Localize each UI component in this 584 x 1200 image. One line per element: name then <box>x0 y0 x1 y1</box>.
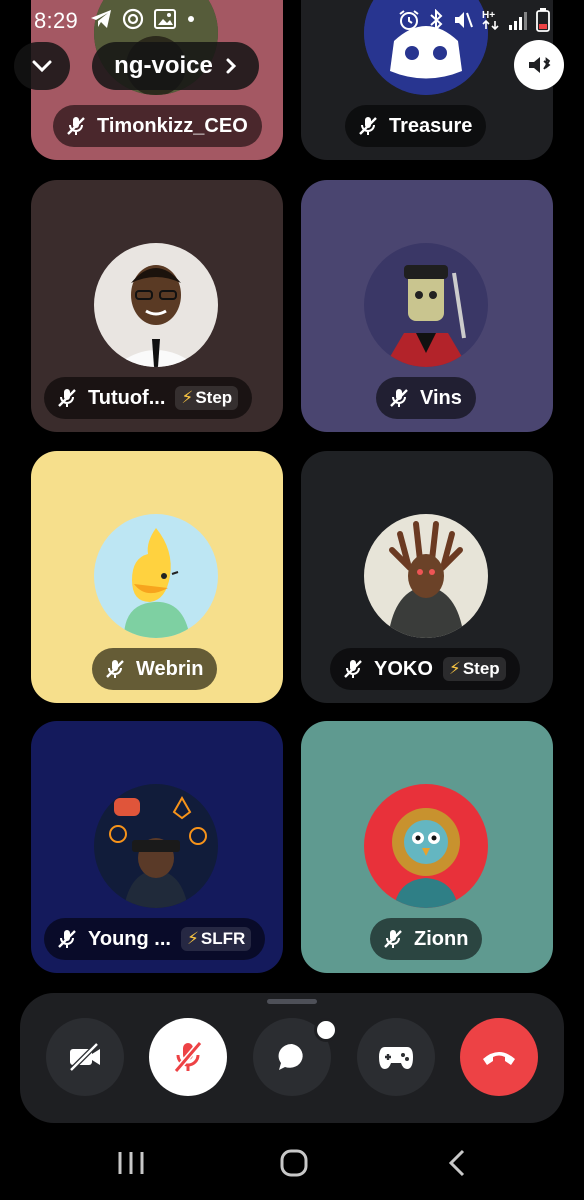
drag-handle[interactable] <box>267 999 317 1004</box>
status-bar: 8:29 H+ <box>0 0 584 40</box>
participant-name: Young ... <box>88 927 171 950</box>
participant-name: Timonkizz_CEO <box>97 114 248 137</box>
signal-icon <box>509 12 527 30</box>
avatar <box>364 784 488 908</box>
server-tag: ⚡ Step <box>175 386 239 410</box>
chevron-down-icon <box>32 60 52 73</box>
chevron-right-icon <box>226 58 236 74</box>
mic-off-icon <box>56 928 78 950</box>
server-tag-label: SLFR <box>200 929 246 948</box>
video-off-icon <box>69 1042 100 1072</box>
unread-dot <box>314 1018 338 1042</box>
participant-name-pill: Zionn <box>370 918 483 960</box>
participant-name-pill: Timonkizz_CEO <box>53 105 262 147</box>
recents-icon[interactable] <box>116 1150 146 1176</box>
participant-tile[interactable]: Tutuof... ⚡ Step <box>31 180 283 432</box>
mic-off-icon <box>388 387 410 409</box>
participant-name: Vins <box>420 386 462 409</box>
gamepad-icon <box>379 1047 413 1069</box>
phone-hangup-icon <box>483 1052 515 1065</box>
spiral-icon <box>122 8 144 30</box>
channel-title-button[interactable]: ng-voice <box>92 42 259 90</box>
battery-icon <box>536 8 550 32</box>
svg-text:H+: H+ <box>482 10 495 21</box>
status-time: 8:29 <box>34 8 79 33</box>
data-icon: H+ <box>482 10 499 31</box>
image-icon <box>154 9 176 29</box>
avatar <box>94 514 218 638</box>
participant-name-pill: YOKO ⚡ Step <box>330 648 520 690</box>
microphone-muted-button[interactable] <box>149 1018 227 1096</box>
camera-off-button[interactable] <box>46 1018 124 1096</box>
mic-off-icon <box>56 387 78 409</box>
participant-name-pill: Webrin <box>92 648 218 690</box>
channel-name: ng-voice <box>114 52 213 79</box>
avatar <box>94 243 218 367</box>
participant-name-pill: Vins <box>376 377 476 419</box>
telegram-icon <box>91 10 111 28</box>
mic-off-icon <box>357 115 379 137</box>
bluetooth-icon <box>430 9 443 31</box>
server-tag: ⚡ SLFR <box>180 927 252 951</box>
mic-off-icon <box>65 115 87 137</box>
alarm-icon <box>399 10 419 30</box>
home-icon[interactable] <box>279 1148 309 1178</box>
mic-off-icon <box>104 658 126 680</box>
collapse-button[interactable] <box>14 42 70 90</box>
speaker-bluetooth-icon <box>529 57 551 73</box>
chat-bubble-icon <box>278 1043 303 1070</box>
participant-name: Treasure <box>389 114 473 137</box>
back-icon[interactable] <box>446 1148 468 1178</box>
participant-tile[interactable]: YOKO ⚡ Step <box>301 451 553 703</box>
participant-name: YOKO <box>374 657 433 680</box>
server-tag: ⚡ Step <box>442 657 506 681</box>
participant-name-pill: Young ... ⚡ SLFR <box>44 918 266 960</box>
activities-button[interactable] <box>357 1018 435 1096</box>
mic-off-icon <box>342 658 364 680</box>
bolt-icon: ⚡ <box>186 929 199 948</box>
participant-tile[interactable]: Webrin <box>31 451 283 703</box>
audio-output-button[interactable] <box>514 40 564 90</box>
participant-name: Tutuof... <box>88 386 166 409</box>
bolt-icon: ⚡ <box>448 659 461 678</box>
dot-icon <box>188 16 194 22</box>
participant-tile[interactable]: Young ... ⚡ SLFR <box>31 721 283 973</box>
bolt-icon: ⚡ <box>181 388 194 407</box>
participant-tile[interactable]: Zionn <box>301 721 553 973</box>
participant-name-pill: Tutuof... ⚡ Step <box>44 377 253 419</box>
participant-name: Zionn <box>414 927 469 950</box>
mic-off-icon <box>382 928 404 950</box>
avatar <box>364 243 488 367</box>
server-tag-label: Step <box>195 388 233 407</box>
avatar <box>94 784 218 908</box>
system-nav-bar <box>0 1128 584 1200</box>
leave-call-button[interactable] <box>460 1018 538 1096</box>
mic-off-icon <box>173 1041 203 1073</box>
participant-name-pill: Treasure <box>345 105 487 147</box>
server-tag-label: Step <box>462 659 500 678</box>
avatar <box>364 514 488 638</box>
mute-icon <box>455 12 473 28</box>
participant-name: Webrin <box>136 657 204 680</box>
participant-tile[interactable]: Vins <box>301 180 553 432</box>
